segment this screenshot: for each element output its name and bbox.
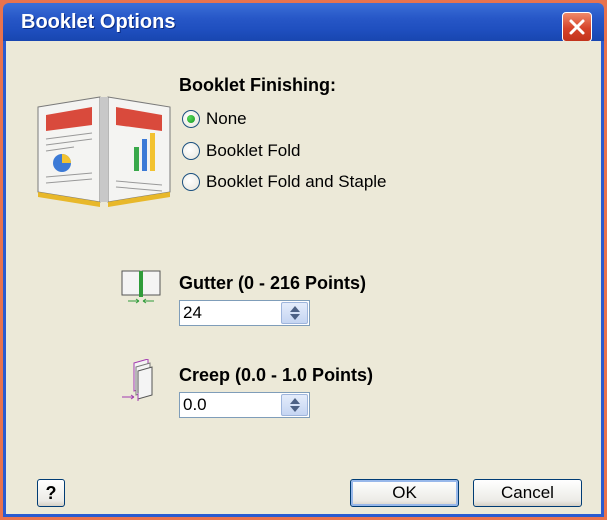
gutter-input[interactable]	[180, 301, 280, 325]
spin-down-icon[interactable]	[289, 406, 300, 412]
title-bar[interactable]: Booklet Options	[3, 3, 604, 42]
radio-none[interactable]: None	[182, 107, 247, 131]
booklet-icon	[37, 96, 171, 207]
booklet-options-dialog: Booklet Options Booklet Finishing: None …	[0, 0, 607, 520]
creep-icon	[122, 359, 153, 401]
cancel-button[interactable]: Cancel	[473, 479, 582, 507]
spin-down-icon[interactable]	[289, 314, 300, 320]
gutter-icon	[121, 270, 161, 304]
help-button[interactable]: ?	[37, 479, 65, 507]
gutter-stepper[interactable]	[179, 300, 310, 326]
creep-stepper[interactable]	[179, 392, 310, 418]
close-icon	[569, 19, 585, 35]
ok-button[interactable]: OK	[350, 479, 459, 507]
gutter-label: Gutter (0 - 216 Points)	[179, 273, 367, 293]
radio-booklet-fold-indicator[interactable]	[182, 142, 200, 160]
radio-booklet-fold-staple-indicator[interactable]	[182, 173, 200, 191]
booklet-finishing-label: Booklet Finishing:	[179, 75, 336, 95]
window-title: Booklet Options	[21, 11, 176, 33]
dialog-body: Booklet Finishing: None Booklet Fold Boo…	[3, 41, 604, 517]
radio-none-indicator[interactable]	[182, 110, 200, 128]
radio-booklet-fold-label: Booklet Fold	[206, 141, 301, 160]
spin-up-icon[interactable]	[289, 306, 300, 312]
radio-booklet-fold-staple-label: Booklet Fold and Staple	[206, 172, 387, 191]
spin-up-icon[interactable]	[289, 398, 300, 404]
gutter-spin-buttons[interactable]	[281, 302, 308, 324]
radio-none-label: None	[206, 109, 247, 128]
radio-booklet-fold-staple[interactable]: Booklet Fold and Staple	[182, 170, 387, 194]
creep-label: Creep (0.0 - 1.0 Points)	[179, 365, 374, 385]
radio-booklet-fold[interactable]: Booklet Fold	[182, 139, 301, 163]
creep-input[interactable]	[180, 393, 280, 417]
close-button[interactable]	[562, 12, 592, 42]
creep-spin-buttons[interactable]	[281, 394, 308, 416]
